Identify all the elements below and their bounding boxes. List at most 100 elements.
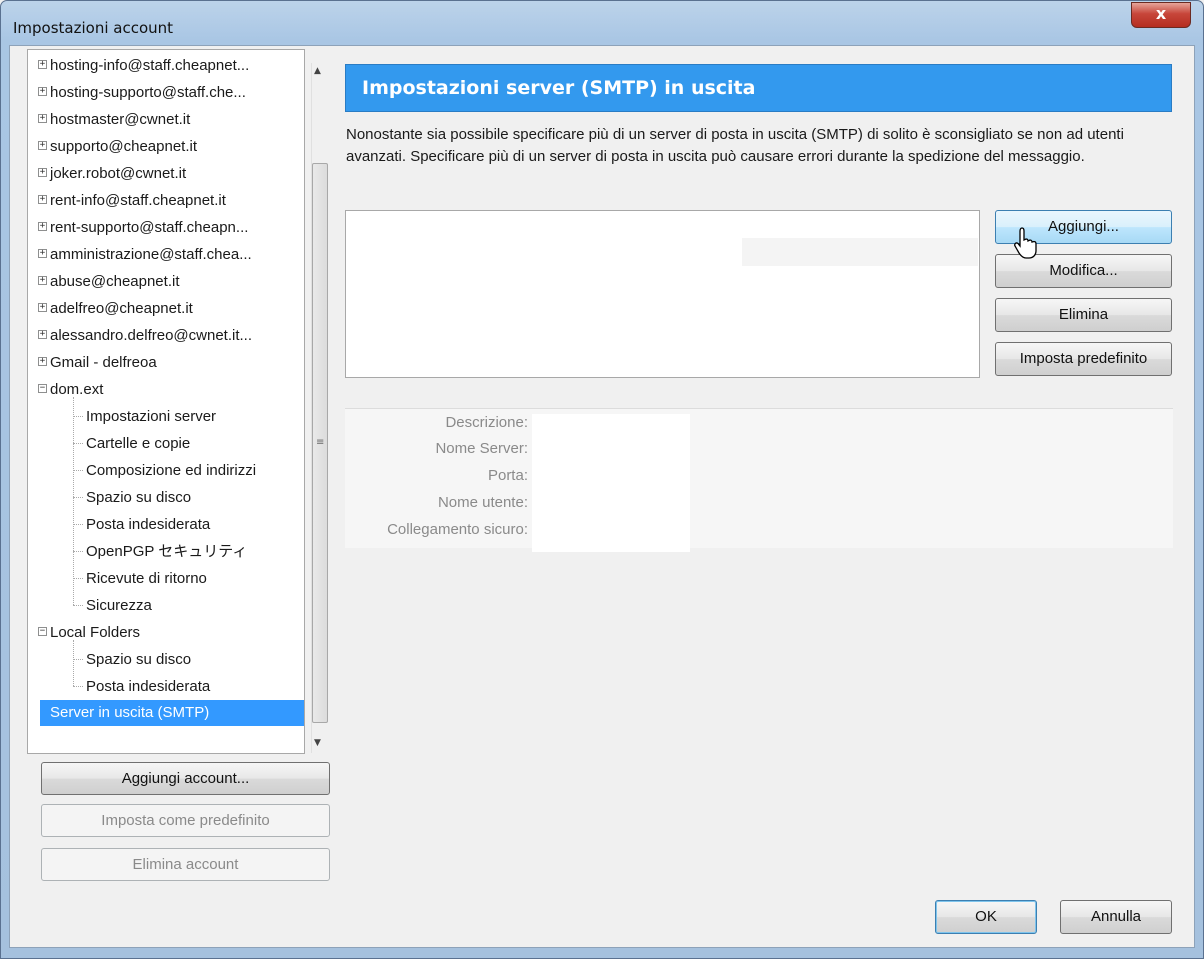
details-values-area [532, 414, 690, 552]
tree-item-label: Posta indesiderata [86, 678, 211, 695]
tree-item-label: Cartelle e copie [86, 435, 191, 452]
scroll-up-icon[interactable]: ▲ [314, 66, 321, 76]
tree-item-label: alessandro.delfreo@cwnet.it... [50, 327, 252, 344]
tree-item-outgoing-server-selected[interactable]: Server in uscita (SMTP) [40, 700, 304, 726]
tree-item-label: rent-supporto@staff.cheapn... [50, 219, 249, 236]
tree-item-child[interactable]: Posta indesiderata [28, 511, 304, 538]
tree-item-label: Ricevute di ritorno [86, 570, 207, 587]
delete-server-button[interactable]: Elimina [995, 298, 1172, 332]
delete-account-button[interactable]: Elimina account [41, 848, 330, 881]
cancel-label: Annulla [1090, 908, 1142, 925]
server-name-label: Nome Server: [435, 440, 528, 457]
tree-item-account[interactable]: + hosting-info@staff.cheapnet... [28, 52, 304, 79]
tree-item-account[interactable]: + abuse@cheapnet.it [28, 268, 304, 295]
expand-plus-icon[interactable]: + [38, 87, 47, 96]
tree-item-account[interactable]: + adelfreo@cheapnet.it [28, 295, 304, 322]
expand-plus-icon[interactable]: + [38, 330, 47, 339]
ok-label: OK [975, 908, 997, 925]
tree-item-account[interactable]: + joker.robot@cwnet.it [28, 160, 304, 187]
tree-item-label: dom.ext [50, 381, 104, 398]
tree-item-label: Spazio su disco [86, 651, 192, 668]
edit-server-label: Modifica... [1049, 262, 1118, 279]
tree-item-account[interactable]: + hostmaster@cwnet.it [28, 106, 304, 133]
tree-item-child[interactable]: Cartelle e copie [28, 430, 304, 457]
tree-item-account[interactable]: + Gmail - delfreoa [28, 349, 304, 376]
set-default-server-label: Imposta predefinito [1019, 350, 1148, 367]
expand-plus-icon[interactable]: + [38, 357, 47, 366]
tree-item-child[interactable]: Spazio su disco [28, 484, 304, 511]
tree-item-child[interactable]: Ricevute di ritorno [28, 565, 304, 592]
tree-item-label: Composizione ed indirizzi [86, 462, 257, 479]
close-icon[interactable]: x [1131, 2, 1191, 28]
collapse-minus-icon[interactable]: − [38, 384, 47, 393]
tree-item-label: adelfreo@cheapnet.it [50, 300, 193, 317]
window-title: Impostazioni account [13, 19, 174, 37]
tree-item-child[interactable]: Sicurezza [28, 592, 304, 619]
tree-item-account[interactable]: + rent-supporto@staff.cheapn... [28, 214, 304, 241]
add-account-label: Aggiungi account... [121, 770, 250, 787]
delete-server-label: Elimina [1058, 306, 1109, 323]
expand-plus-icon[interactable]: + [38, 222, 47, 231]
tree-item-account[interactable]: + alessandro.delfreo@cwnet.it... [28, 322, 304, 349]
secure-connection-label: Collegamento sicuro: [387, 521, 528, 538]
hand-cursor-icon [1014, 227, 1037, 259]
tree-item-child[interactable]: Composizione ed indirizzi [28, 457, 304, 484]
add-account-button[interactable]: Aggiungi account... [41, 762, 330, 795]
tree-item-label: rent-info@staff.cheapnet.it [50, 192, 226, 209]
tree-item-label: OpenPGP セキュリティ [86, 543, 248, 560]
tree-item-label: supporto@cheapnet.it [50, 138, 197, 155]
tree-item-child[interactable]: Spazio su disco [28, 646, 304, 673]
expand-plus-icon[interactable]: + [38, 60, 47, 69]
tree-connector-vertical [73, 640, 75, 686]
set-default-account-button[interactable]: Imposta come predefinito [41, 804, 330, 837]
tree-item-label: Gmail - delfreoa [50, 354, 157, 371]
expand-plus-icon[interactable]: + [38, 303, 47, 312]
expand-plus-icon[interactable]: + [38, 249, 47, 258]
tree-item-child[interactable]: OpenPGP セキュリティ [28, 538, 304, 565]
description-label: Descrizione: [445, 414, 528, 431]
tree-item-label: joker.robot@cwnet.it [50, 165, 187, 182]
delete-account-label: Elimina account [132, 856, 239, 873]
scroll-down-icon[interactable]: ▼ [314, 738, 321, 748]
port-label: Porta: [487, 467, 528, 484]
tree-item-label: Sicurezza [86, 597, 152, 614]
tree-item-label: Server in uscita (SMTP) [50, 704, 210, 721]
set-default-account-label: Imposta come predefinito [101, 812, 270, 829]
collapse-minus-icon[interactable]: − [38, 627, 47, 636]
tree-item-label: Spazio su disco [86, 489, 192, 506]
tree-item-label: amministrazione@staff.chea... [50, 246, 252, 263]
account-tree: + hosting-info@staff.cheapnet... + hosting-… [27, 49, 305, 754]
tree-item-account[interactable]: + amministrazione@staff.chea... [28, 241, 304, 268]
tree-item-label: Impostazioni server [86, 408, 217, 425]
tree-item-account[interactable]: − Local Folders [28, 619, 304, 646]
set-default-server-button[interactable]: Imposta predefinito [995, 342, 1172, 376]
server-list-row[interactable] [742, 238, 978, 266]
tree-item-label: abuse@cheapnet.it [50, 273, 180, 290]
tree-item-label: hostmaster@cwnet.it [50, 111, 191, 128]
tree-item-child[interactable]: Impostazioni server [28, 403, 304, 430]
tree-item-account[interactable]: + supporto@cheapnet.it [28, 133, 304, 160]
expand-plus-icon[interactable]: + [38, 141, 47, 150]
tree-item-account[interactable]: − dom.ext [28, 376, 304, 403]
tree-connector [73, 605, 83, 606]
tree-item-account[interactable]: + rent-info@staff.cheapnet.it [28, 187, 304, 214]
ok-button[interactable]: OK [935, 900, 1037, 934]
tree-item-child[interactable]: Posta indesiderata [28, 673, 304, 700]
cancel-button[interactable]: Annulla [1060, 900, 1172, 934]
tree-item-label: Posta indesiderata [86, 516, 211, 533]
expand-plus-icon[interactable]: + [38, 168, 47, 177]
expand-plus-icon[interactable]: + [38, 114, 47, 123]
tree-connector [73, 686, 83, 687]
tree-item-account[interactable]: + hosting-supporto@staff.che... [28, 79, 304, 106]
tree-item-label: hosting-info@staff.cheapnet... [50, 57, 250, 74]
scroll-grip-icon: ≡ [316, 437, 325, 448]
panel-title: Impostazioni server (SMTP) in uscita [345, 64, 1172, 112]
panel-description: Nonostante sia possibile specificare più… [346, 126, 1124, 165]
tree-item-label: Local Folders [50, 624, 141, 641]
smtp-server-list[interactable] [345, 210, 980, 378]
tree-connector-vertical [73, 397, 75, 605]
username-label: Nome utente: [437, 494, 528, 511]
add-server-label: Aggiungi... [1048, 218, 1119, 235]
expand-plus-icon[interactable]: + [38, 195, 47, 204]
expand-plus-icon[interactable]: + [38, 276, 47, 285]
